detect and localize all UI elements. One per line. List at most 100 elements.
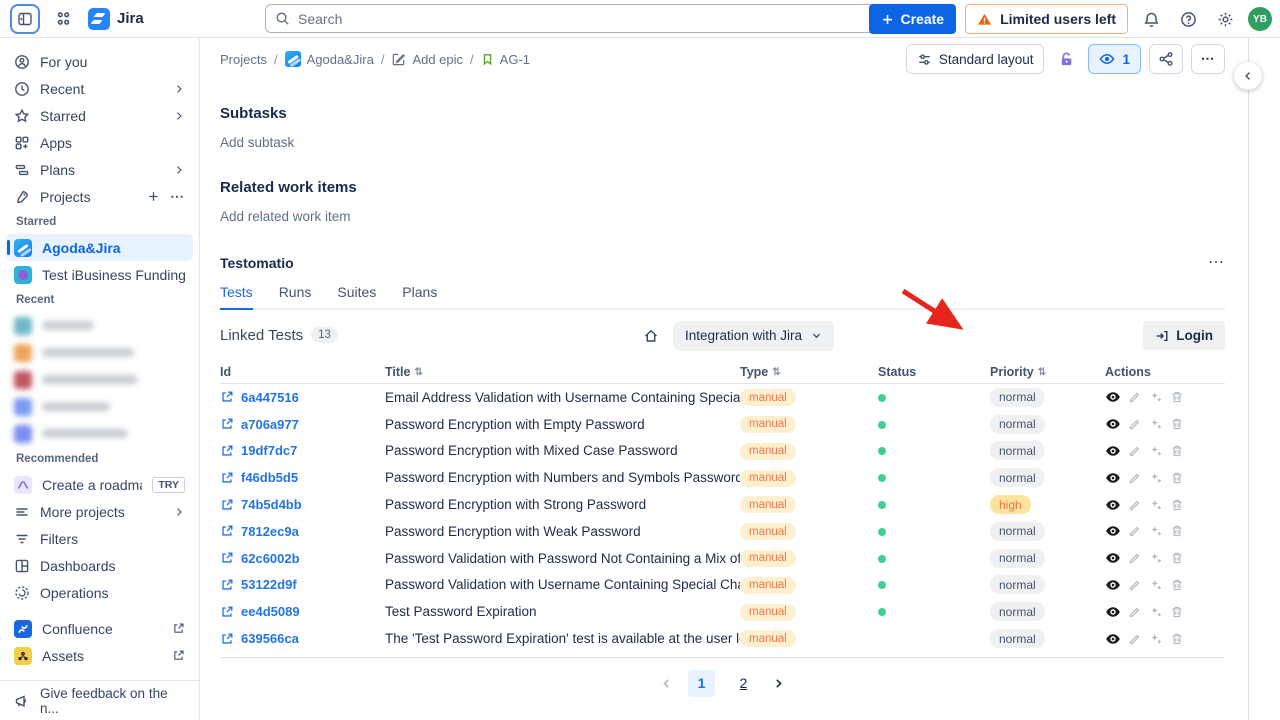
- sort-icon[interactable]: ⇅: [414, 367, 422, 378]
- tab-runs[interactable]: Runs: [279, 284, 312, 308]
- jira-brand[interactable]: Jira: [88, 8, 144, 30]
- edit-test-button[interactable]: [1128, 605, 1142, 619]
- delete-test-button[interactable]: [1170, 578, 1184, 592]
- edit-test-button[interactable]: [1128, 471, 1142, 485]
- sidebar-item-starred[interactable]: Starred: [6, 102, 193, 129]
- delete-test-button[interactable]: [1170, 444, 1184, 458]
- sidebar-item-projects[interactable]: Projects ⋯: [6, 183, 193, 210]
- limited-users-button[interactable]: Limited users left: [965, 4, 1128, 34]
- sidebar-item-filters[interactable]: Filters: [6, 525, 193, 552]
- avatar[interactable]: YB: [1248, 7, 1272, 31]
- view-test-button[interactable]: [1105, 604, 1121, 620]
- share-button[interactable]: [1149, 44, 1183, 74]
- collapse-panel-button[interactable]: [1234, 62, 1262, 90]
- delete-test-button[interactable]: [1170, 498, 1184, 512]
- external-link-icon[interactable]: [220, 471, 234, 485]
- project-selector-dropdown[interactable]: Integration with Jira: [673, 321, 834, 351]
- give-feedback-button[interactable]: Give feedback on the n...: [0, 680, 199, 720]
- test-id-link[interactable]: 74b5d4bb: [241, 497, 302, 512]
- view-test-button[interactable]: [1105, 470, 1121, 486]
- external-link-icon[interactable]: [220, 498, 234, 512]
- delete-test-button[interactable]: [1170, 632, 1184, 646]
- test-id-link[interactable]: 62c6002b: [241, 551, 300, 566]
- test-id-link[interactable]: a706a977: [241, 417, 299, 432]
- ai-actions-button[interactable]: [1149, 417, 1163, 431]
- chevron-right-icon[interactable]: [173, 506, 185, 518]
- sidebar-item-plans[interactable]: Plans: [6, 156, 193, 183]
- notifications-button[interactable]: [1137, 5, 1165, 33]
- sidebar-item-confluence[interactable]: Confluence: [6, 615, 193, 642]
- edit-test-button[interactable]: [1128, 417, 1142, 431]
- tab-suites[interactable]: Suites: [337, 284, 376, 308]
- tab-plans[interactable]: Plans: [402, 284, 437, 308]
- edit-test-button[interactable]: [1128, 444, 1142, 458]
- view-test-button[interactable]: [1105, 631, 1121, 647]
- column-header-title[interactable]: Title⇅: [385, 365, 740, 379]
- external-link-icon[interactable]: [220, 605, 234, 619]
- column-header-type[interactable]: Type⇅: [740, 365, 878, 379]
- external-link-icon[interactable]: [220, 578, 234, 592]
- external-link-icon[interactable]: [220, 444, 234, 458]
- global-search[interactable]: [265, 4, 920, 33]
- test-id-link[interactable]: 639566ca: [241, 631, 299, 646]
- delete-test-button[interactable]: [1170, 390, 1184, 404]
- next-page-button[interactable]: [772, 677, 785, 690]
- delete-test-button[interactable]: [1170, 524, 1184, 538]
- search-input[interactable]: [298, 11, 910, 27]
- view-test-button[interactable]: [1105, 523, 1121, 539]
- sidebar-item-operations[interactable]: Operations: [6, 579, 193, 606]
- ai-actions-button[interactable]: [1149, 390, 1163, 404]
- test-id-link[interactable]: f46db5d5: [241, 470, 298, 485]
- recent-item-blurred[interactable]: [6, 339, 193, 366]
- unlock-button[interactable]: [1052, 45, 1080, 73]
- external-link-icon[interactable]: [220, 632, 234, 646]
- settings-button[interactable]: [1211, 5, 1239, 33]
- projects-more-icon[interactable]: ⋯: [170, 188, 185, 205]
- recent-item-blurred[interactable]: [6, 312, 193, 339]
- view-test-button[interactable]: [1105, 497, 1121, 513]
- add-related-work-item-button[interactable]: Add related work item: [220, 209, 1225, 224]
- help-button[interactable]: [1174, 5, 1202, 33]
- page-button-2[interactable]: 2: [730, 670, 757, 697]
- sidebar-item-assets[interactable]: Assets: [6, 642, 193, 669]
- test-id-link[interactable]: 19df7dc7: [241, 443, 297, 458]
- prev-page-button[interactable]: [660, 677, 673, 690]
- chevron-right-icon[interactable]: [173, 110, 185, 122]
- sort-icon[interactable]: ⇅: [772, 367, 780, 378]
- sidebar-item-for-you[interactable]: For you: [6, 48, 193, 75]
- ai-actions-button[interactable]: [1149, 471, 1163, 485]
- column-header-priority[interactable]: Priority⇅: [990, 365, 1105, 379]
- recent-item-blurred[interactable]: [6, 420, 193, 447]
- sidebar-item-dashboards[interactable]: Dashboards: [6, 552, 193, 579]
- sort-icon[interactable]: ⇅: [1038, 367, 1046, 378]
- delete-test-button[interactable]: [1170, 417, 1184, 431]
- external-link-icon[interactable]: [220, 551, 234, 565]
- sidebar-item-recent[interactable]: Recent: [6, 75, 193, 102]
- testomatio-more-button[interactable]: ⋯: [1208, 258, 1225, 268]
- breadcrumb-issue[interactable]: AG-1: [481, 52, 530, 67]
- recent-item-blurred[interactable]: [6, 366, 193, 393]
- app-switcher-icon[interactable]: [49, 5, 77, 33]
- edit-test-button[interactable]: [1128, 390, 1142, 404]
- breadcrumb-add-epic[interactable]: Add epic: [391, 52, 463, 67]
- test-id-link[interactable]: 53122d9f: [241, 577, 297, 592]
- test-id-link[interactable]: ee4d5089: [241, 604, 300, 619]
- ai-actions-button[interactable]: [1149, 578, 1163, 592]
- sidebar-item-more-projects[interactable]: More projects: [6, 498, 193, 525]
- more-actions-button[interactable]: ⋯: [1191, 44, 1225, 74]
- edit-test-button[interactable]: [1128, 551, 1142, 565]
- edit-test-button[interactable]: [1128, 578, 1142, 592]
- chevron-right-icon[interactable]: [173, 164, 185, 176]
- chevron-right-icon[interactable]: [173, 83, 185, 95]
- add-subtask-button[interactable]: Add subtask: [220, 135, 1225, 150]
- ai-actions-button[interactable]: [1149, 498, 1163, 512]
- view-test-button[interactable]: [1105, 416, 1121, 432]
- login-button[interactable]: Login: [1143, 321, 1225, 350]
- page-button-1[interactable]: 1: [688, 670, 715, 697]
- view-test-button[interactable]: [1105, 389, 1121, 405]
- ai-actions-button[interactable]: [1149, 524, 1163, 538]
- breadcrumb-project[interactable]: Agoda&Jira: [285, 51, 374, 67]
- sidebar-item-create-roadmap[interactable]: Create a roadmap TRY: [6, 471, 193, 498]
- sidebar-project-agoda-jira[interactable]: Agoda&Jira: [6, 234, 193, 261]
- view-test-button[interactable]: [1105, 550, 1121, 566]
